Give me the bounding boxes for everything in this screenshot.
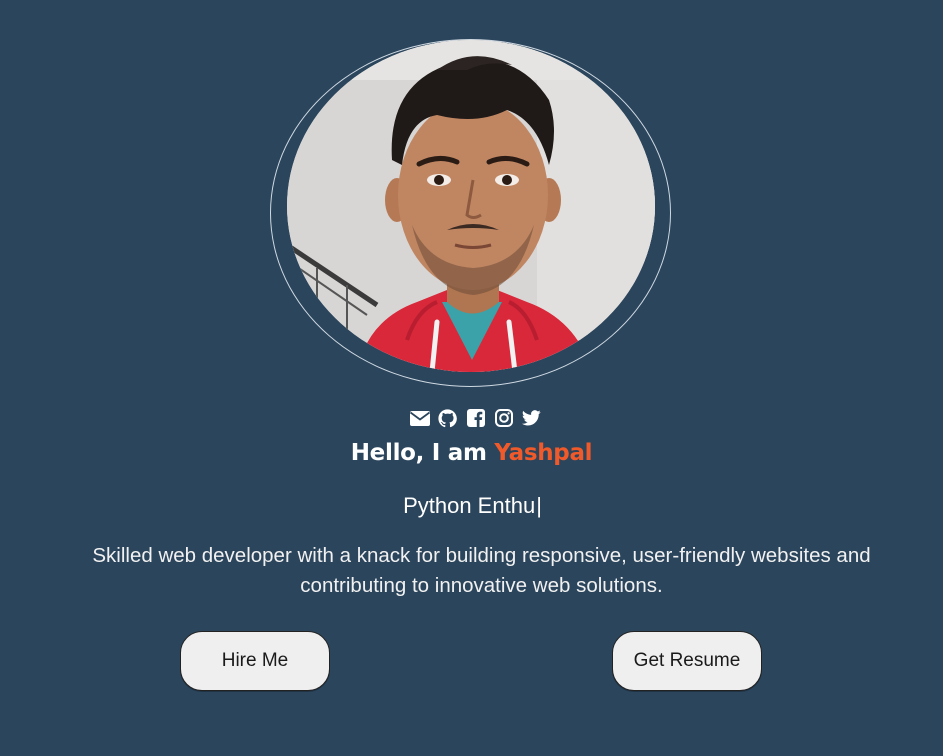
facebook-icon[interactable] (465, 408, 487, 428)
typed-role: Python Enthu| (0, 493, 943, 519)
twitter-icon[interactable] (521, 408, 543, 428)
github-icon[interactable] (437, 408, 459, 428)
social-links (0, 408, 943, 428)
hero-greeting: Hello, I am Yashpal (0, 440, 943, 466)
typed-role-text: Python Enthu (403, 493, 536, 518)
profile-photo (287, 40, 655, 372)
mail-icon[interactable] (409, 408, 431, 428)
hero-name: Yashpal (494, 440, 593, 466)
hero-description: Skilled web developer with a knack for b… (92, 544, 871, 597)
instagram-icon[interactable] (493, 408, 515, 428)
typing-caret: | (536, 493, 542, 518)
greeting-prefix: Hello, I am (350, 440, 495, 466)
get-resume-button[interactable]: Get Resume (612, 631, 762, 691)
hire-me-button[interactable]: Hire Me (180, 631, 330, 691)
